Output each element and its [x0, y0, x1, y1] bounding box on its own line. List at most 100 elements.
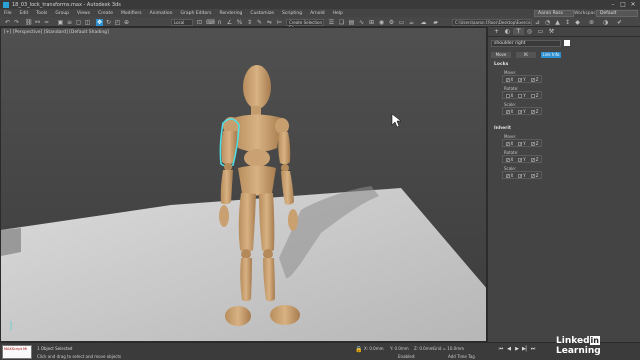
mannequin-foot-left[interactable] [270, 305, 300, 325]
percent-snap-icon[interactable]: % [236, 19, 243, 26]
add-time-tag[interactable]: Add Time Tag [448, 354, 475, 359]
display-tab-icon[interactable]: ▭ [535, 28, 546, 35]
toggle-ribbon-icon[interactable]: ▤ [348, 19, 355, 26]
lock-selection-icon[interactable]: 🔒 [355, 346, 362, 353]
project-folder-icon[interactable]: ▰ [432, 19, 439, 26]
inherit-rollout-title[interactable]: Inherit [494, 126, 511, 131]
locks-move-y-checkbox[interactable]: Y [518, 77, 526, 82]
angle-snap-icon[interactable]: ∠ [226, 19, 233, 26]
mannequin-shin-right[interactable] [240, 258, 252, 302]
menu-tools[interactable]: Tools [36, 11, 47, 16]
menu-rendering[interactable]: Rendering [219, 11, 242, 16]
mannequin-shoulder-left[interactable] [275, 118, 289, 134]
mannequin-thigh-right[interactable] [238, 193, 256, 252]
adaptive-degradation-toggle[interactable]: Enabled: [398, 354, 416, 359]
mannequin-upper-arm-left[interactable] [278, 132, 291, 165]
select-by-name-icon[interactable]: ≡ [66, 19, 73, 26]
locks-rotate-x-checkbox[interactable]: X [505, 93, 513, 98]
check-icon[interactable]: ✔ [616, 19, 623, 26]
inherit-scale-x-checkbox[interactable]: X [505, 173, 513, 178]
keyframe-mode-icon[interactable]: ◆ [574, 19, 581, 26]
menu-arnold[interactable]: Arnold [310, 11, 325, 16]
object-name-field[interactable]: shoulder right [491, 40, 561, 47]
z-coordinate[interactable]: Z: 0.0mm [414, 346, 434, 351]
select-and-rotate-icon[interactable]: ↻ [105, 19, 112, 26]
hierarchy-tab-icon[interactable]: ⊤ [513, 28, 524, 35]
menu-create[interactable]: Create [98, 11, 113, 16]
spinner-snap-toggle-icon[interactable]: ↕ [564, 19, 571, 26]
inherit-move-x-checkbox[interactable]: X [505, 141, 513, 146]
previous-frame-icon[interactable]: ◀ [506, 346, 512, 352]
go-to-start-icon[interactable]: ⏮ [498, 346, 504, 352]
mannequin-pelvis[interactable] [238, 165, 276, 196]
locks-scale-z-checkbox[interactable]: Z [530, 109, 538, 114]
mannequin-hand-left[interactable] [288, 209, 298, 231]
locks-move-z-checkbox[interactable]: Z [530, 77, 538, 82]
locks-rotate-z-checkbox[interactable]: Z [530, 93, 538, 98]
link-info-tab[interactable]: Link Info [541, 52, 561, 58]
maximize-button[interactable]: □ [618, 0, 628, 9]
mannequin-head[interactable] [243, 65, 271, 109]
mannequin-waist[interactable] [244, 149, 270, 167]
menu-file[interactable]: File [4, 11, 12, 16]
locks-scale-y-checkbox[interactable]: Y [518, 109, 526, 114]
menu-group[interactable]: Group [55, 11, 69, 16]
menu-animation[interactable]: Animation [150, 11, 173, 16]
mannequin-neck[interactable] [251, 106, 261, 115]
render-in-cloud-icon[interactable]: ☁ [420, 19, 427, 26]
play-icon[interactable]: ▶ [514, 346, 520, 352]
curve-editor-icon[interactable]: ∿ [358, 19, 365, 26]
inherit-rotate-y-checkbox[interactable]: Y [518, 157, 526, 162]
go-to-end-icon[interactable]: ⏭ [530, 346, 536, 352]
menu-help[interactable]: Help [333, 11, 343, 16]
snaps-toggle-icon[interactable]: ∩ [216, 19, 223, 26]
ik-tab[interactable]: IK [516, 52, 536, 58]
motion-tab-icon[interactable]: ◎ [524, 28, 535, 35]
next-frame-icon[interactable]: ▶▏ [522, 346, 530, 352]
toggle-layer-explorer-icon[interactable]: ❏ [338, 19, 345, 26]
locks-move-x-checkbox[interactable]: X [505, 77, 513, 82]
menu-edit[interactable]: Edit [20, 11, 29, 16]
mannequin-foot-right[interactable] [225, 306, 251, 326]
percent-snap-toggle-icon[interactable]: ▲ [554, 19, 561, 26]
menu-views[interactable]: Views [77, 11, 90, 16]
keyboard-shortcut-override-icon[interactable]: ⌨ [206, 19, 215, 26]
maxscript-listener[interactable]: MAXScript Mi [2, 345, 32, 359]
mannequin-knee-right[interactable] [241, 249, 251, 259]
schematic-view-icon[interactable]: ⊞ [368, 19, 375, 26]
bind-space-warp-icon[interactable]: ≈ [43, 19, 50, 26]
toggle-scene-explorer-icon[interactable]: ☰ [328, 19, 335, 26]
menu-scripting[interactable]: Scripting [282, 11, 302, 16]
mannequin-forearm-right[interactable] [220, 170, 233, 205]
render-setup-icon[interactable]: ⚙ [388, 19, 395, 26]
snap-toggle-icon[interactable]: ⊿ [534, 19, 541, 26]
menu-customize[interactable]: Customize [250, 11, 274, 16]
locks-scale-x-checkbox[interactable]: X [505, 109, 513, 114]
window-crossing-icon[interactable]: ◫ [84, 19, 91, 26]
locks-rollout-title[interactable]: Locks [494, 62, 508, 67]
inherit-scale-z-checkbox[interactable]: Z [530, 173, 538, 178]
named-selection-sets-dropdown[interactable]: Create Selection Se [286, 18, 324, 30]
inherit-move-y-checkbox[interactable]: Y [518, 141, 526, 146]
menu-modifiers[interactable]: Modifiers [121, 11, 142, 16]
pivot-center-icon[interactable]: ⊡ [196, 19, 203, 26]
link-icon[interactable]: ⛓ [25, 19, 33, 26]
material-editor-icon[interactable]: ◉ [378, 19, 385, 26]
select-and-scale-icon[interactable]: ◰ [114, 19, 121, 26]
spinner-snap-icon[interactable]: ⇕ [246, 19, 253, 26]
rendered-frame-window-icon[interactable]: ▭ [398, 19, 405, 26]
modify-tab-icon[interactable]: ◐ [502, 28, 513, 35]
select-icon[interactable]: ▣ [57, 19, 64, 26]
locks-rotate-y-checkbox[interactable]: Y [518, 93, 526, 98]
close-button[interactable]: ✕ [628, 0, 638, 9]
workspace-dropdown[interactable]: Default [596, 9, 638, 17]
user-account-dropdown[interactable]: Aaron Ross [534, 9, 574, 17]
y-coordinate[interactable]: Y: 0.0mm [390, 346, 409, 351]
undo-icon[interactable]: ↶ [4, 19, 11, 26]
help-icon[interactable]: ◑ [602, 19, 609, 26]
edit-named-selection-icon[interactable]: ✎ [256, 19, 263, 26]
render-production-icon[interactable]: ☕ [408, 19, 415, 26]
select-and-move-icon[interactable]: ✥ [96, 18, 103, 26]
align-icon[interactable]: ⊨ [276, 19, 283, 26]
mirror-icon[interactable]: ⇋ [266, 19, 273, 26]
